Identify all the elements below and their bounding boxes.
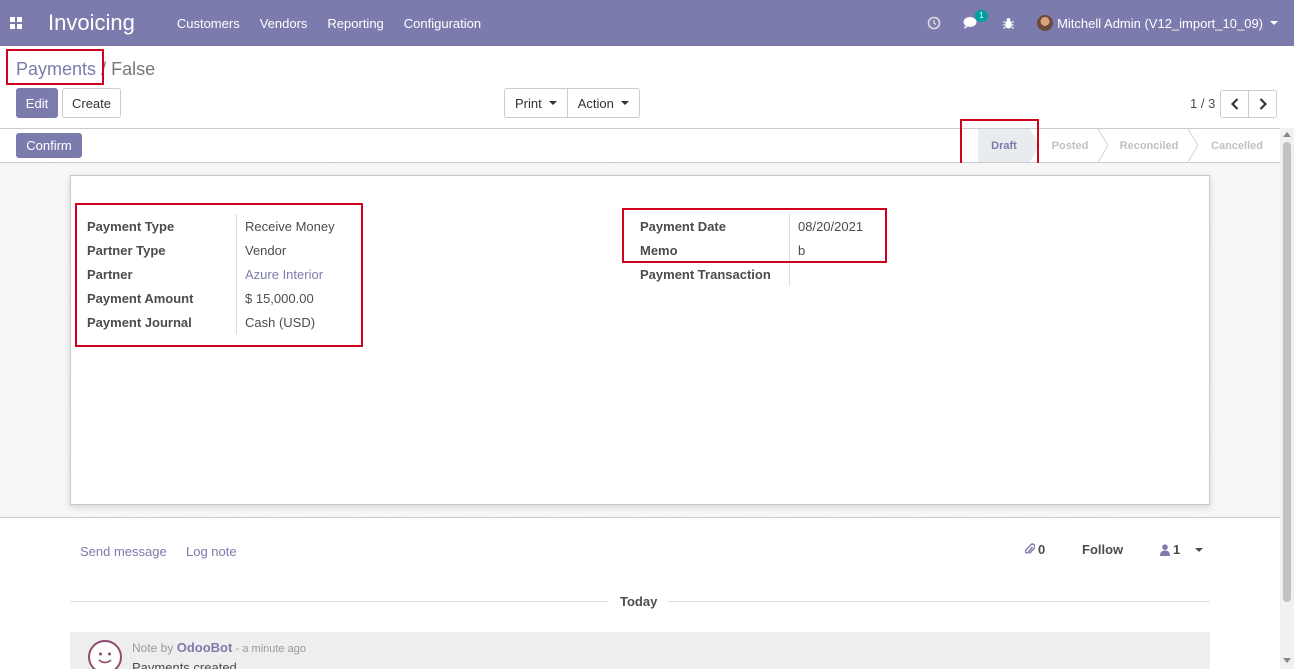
pager-next-button[interactable] xyxy=(1248,90,1277,118)
field-label: Payment Amount xyxy=(87,286,237,310)
field-label: Payment Type xyxy=(87,214,237,238)
user-avatar xyxy=(1037,15,1054,31)
message-author[interactable]: OdooBot xyxy=(177,640,233,655)
status-bar: Confirm Draft Posted Reconciled Cancelle… xyxy=(0,128,1280,163)
user-icon xyxy=(1160,543,1170,556)
followers-button[interactable]: 1 xyxy=(1160,542,1204,557)
stage-separator xyxy=(1188,129,1198,162)
message-body: Payments created xyxy=(132,660,237,669)
scroll-thumb[interactable] xyxy=(1283,142,1291,602)
paperclip-icon xyxy=(1025,543,1035,554)
form-sheet: Payment Type Receive Money Partner Type … xyxy=(70,175,1210,505)
caret-down-icon xyxy=(548,101,557,105)
breadcrumb: Payments / False xyxy=(16,59,155,80)
field-label: Payment Journal xyxy=(87,310,237,334)
print-action-group: Print Action xyxy=(504,88,640,118)
field-value: 08/20/2021 xyxy=(798,218,864,234)
log-note-link[interactable]: Log note xyxy=(186,544,237,559)
menu-configuration[interactable]: Configuration xyxy=(404,16,481,31)
field-label: Payment Transaction xyxy=(640,262,790,286)
field-label: Partner xyxy=(87,262,237,286)
message-header: Note by OdooBot - a minute ago xyxy=(132,640,306,655)
confirm-button[interactable]: Confirm xyxy=(16,133,82,158)
print-dropdown[interactable]: Print xyxy=(505,89,567,117)
stage-reconciled: Reconciled xyxy=(1119,139,1179,152)
scroll-up-arrow-icon[interactable] xyxy=(1283,132,1291,137)
app-title: Invoicing xyxy=(48,10,135,35)
action-label: Action xyxy=(577,95,614,111)
note-by-label: Note by xyxy=(132,641,174,655)
field-row-payment-journal: Payment Journal Cash (USD) xyxy=(87,310,335,334)
chevron-right-icon xyxy=(1259,98,1267,110)
field-label: Memo xyxy=(640,238,790,262)
attachments-button[interactable]: 0 xyxy=(1025,542,1045,557)
form-right-group: Payment Date 08/20/2021 Memo b Payment T… xyxy=(640,214,863,286)
stage-separator xyxy=(1030,129,1040,162)
caret-down-icon xyxy=(620,101,629,105)
scroll-down-arrow-icon[interactable] xyxy=(1283,658,1291,663)
menu-reporting[interactable]: Reporting xyxy=(327,16,383,31)
field-row-partner-type: Partner Type Vendor xyxy=(87,238,335,262)
followers-count: 1 xyxy=(1173,542,1181,557)
send-message-link[interactable]: Send message xyxy=(80,544,167,559)
form-background: Payment Type Receive Money Partner Type … xyxy=(0,163,1280,518)
field-row-payment-type: Payment Type Receive Money xyxy=(87,214,335,238)
menu-customers[interactable]: Customers xyxy=(177,16,240,31)
field-row-payment-date: Payment Date 08/20/2021 xyxy=(640,214,863,238)
page-scrollbar[interactable] xyxy=(1280,128,1294,669)
user-name: Mitchell Admin (V12_import_10_09) xyxy=(1057,15,1263,31)
chatter-message: Note by OdooBot - a minute ago Payments … xyxy=(70,632,1210,669)
odoobot-avatar xyxy=(88,640,122,669)
chevron-down-icon xyxy=(1270,21,1278,25)
stage-draft: Draft xyxy=(978,129,1030,162)
messages-icon[interactable]: 1 xyxy=(963,10,988,30)
pager-value: 1 / 3 xyxy=(1190,96,1216,111)
field-value: Vendor xyxy=(245,242,287,258)
field-value: Cash (USD) xyxy=(245,314,316,330)
pager-previous-button[interactable] xyxy=(1220,90,1249,118)
stage-separator xyxy=(1098,129,1108,162)
stage-posted: Posted xyxy=(1051,139,1089,152)
form-left-group: Payment Type Receive Money Partner Type … xyxy=(87,214,335,334)
field-row-payment-amount: Payment Amount $ 15,000.00 xyxy=(87,286,335,310)
partner-link[interactable]: Azure Interior xyxy=(237,267,323,282)
field-value: $ 15,000.00 xyxy=(245,290,314,306)
top-navbar: Invoicing Customers Vendors Reporting Co… xyxy=(0,0,1294,46)
stage-cancelled: Cancelled xyxy=(1211,139,1263,152)
divider-right xyxy=(668,601,1210,602)
apps-menu-icon[interactable] xyxy=(0,0,32,46)
breadcrumb-current: False xyxy=(111,59,156,79)
field-row-partner: Partner Azure Interior xyxy=(87,262,335,286)
field-row-payment-transaction: Payment Transaction xyxy=(640,262,863,286)
messages-badge: 1 xyxy=(975,10,988,22)
chevron-left-icon xyxy=(1230,98,1238,110)
print-label: Print xyxy=(515,95,542,111)
user-menu[interactable]: Mitchell Admin (V12_import_10_09) xyxy=(1037,15,1278,31)
debug-bug-icon[interactable] xyxy=(1002,17,1015,30)
message-time: - a minute ago xyxy=(235,643,306,655)
activity-clock-icon[interactable] xyxy=(927,16,941,30)
date-separator: Today xyxy=(620,594,658,609)
field-value: b xyxy=(798,242,806,258)
create-button[interactable]: Create xyxy=(62,88,121,118)
field-label: Payment Date xyxy=(640,214,790,238)
follow-button[interactable]: Follow xyxy=(1082,542,1123,557)
divider-left xyxy=(70,601,608,602)
field-label: Partner Type xyxy=(87,238,237,262)
menu-vendors[interactable]: Vendors xyxy=(260,16,308,31)
field-row-memo: Memo b xyxy=(640,238,863,262)
edit-button[interactable]: Edit xyxy=(16,88,58,118)
action-dropdown[interactable]: Action xyxy=(566,89,639,117)
breadcrumb-payments-link[interactable]: Payments xyxy=(16,59,96,79)
field-value: Receive Money xyxy=(245,218,335,234)
caret-down-icon xyxy=(1195,547,1204,552)
attachments-count: 0 xyxy=(1038,542,1046,557)
breadcrumb-separator: / xyxy=(101,59,107,79)
